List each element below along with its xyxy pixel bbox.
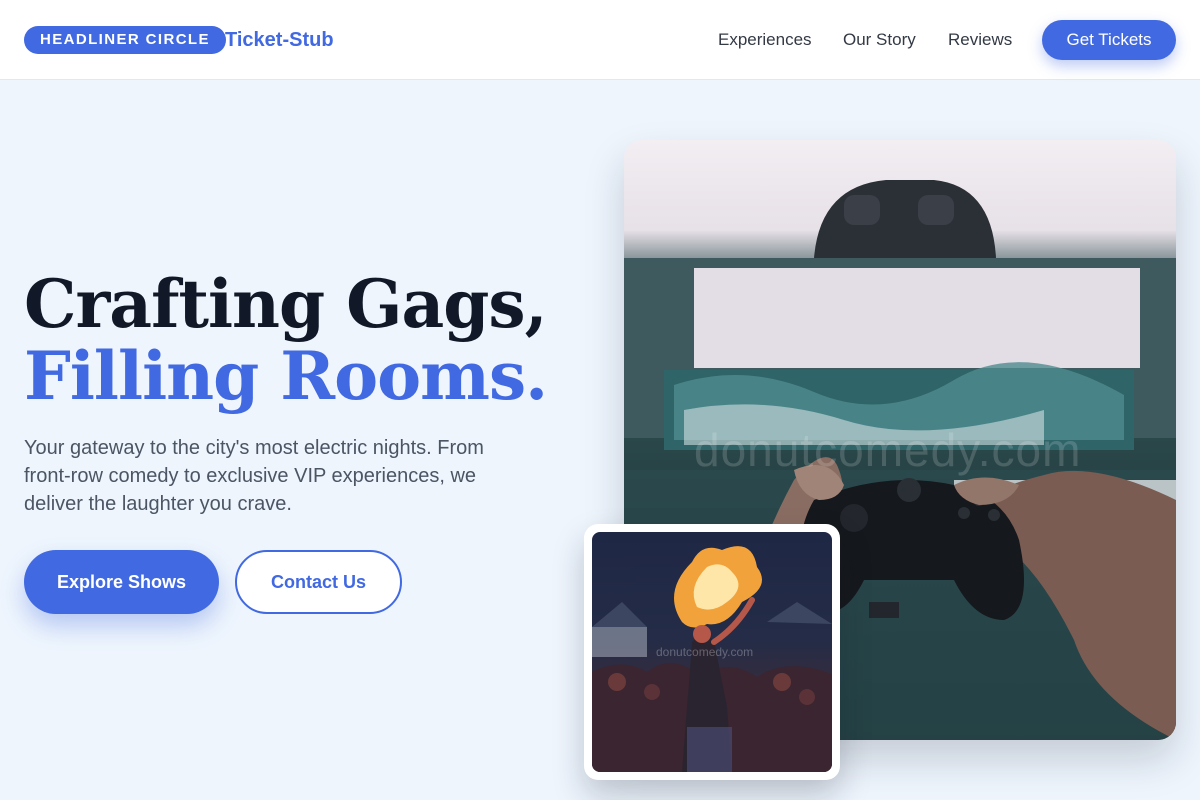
hero-headline: Crafting Gags, Filling Rooms. [24, 265, 548, 415]
explore-shows-button[interactable]: Explore Shows [24, 550, 219, 614]
hero-image-fire-breather: donutcomedy.com [592, 532, 832, 772]
secondary-image-watermark: donutcomedy.com [656, 645, 754, 659]
headline-line-1: Crafting Gags, [24, 265, 548, 343]
brand-logo-text[interactable]: Ticket-Stub [225, 26, 334, 54]
nav-link-reviews[interactable]: Reviews [948, 28, 1012, 52]
headliner-circle-badge[interactable]: HEADLINER CIRCLE [24, 26, 226, 54]
get-tickets-button[interactable]: Get Tickets [1042, 20, 1176, 60]
hero-description: Your gateway to the city's most electric… [24, 437, 484, 515]
contact-us-button[interactable]: Contact Us [235, 550, 402, 614]
nav-link-experiences[interactable]: Experiences [718, 28, 812, 52]
main-image-watermark: donutcomedy.com [694, 424, 1082, 476]
headline-line-2: Filling Rooms. [24, 337, 548, 415]
site-header: HEADLINER CIRCLE Ticket-Stub Experiences… [0, 0, 1200, 80]
nav-link-our-story[interactable]: Our Story [843, 28, 916, 52]
secondary-image-card: donutcomedy.com [584, 524, 840, 780]
